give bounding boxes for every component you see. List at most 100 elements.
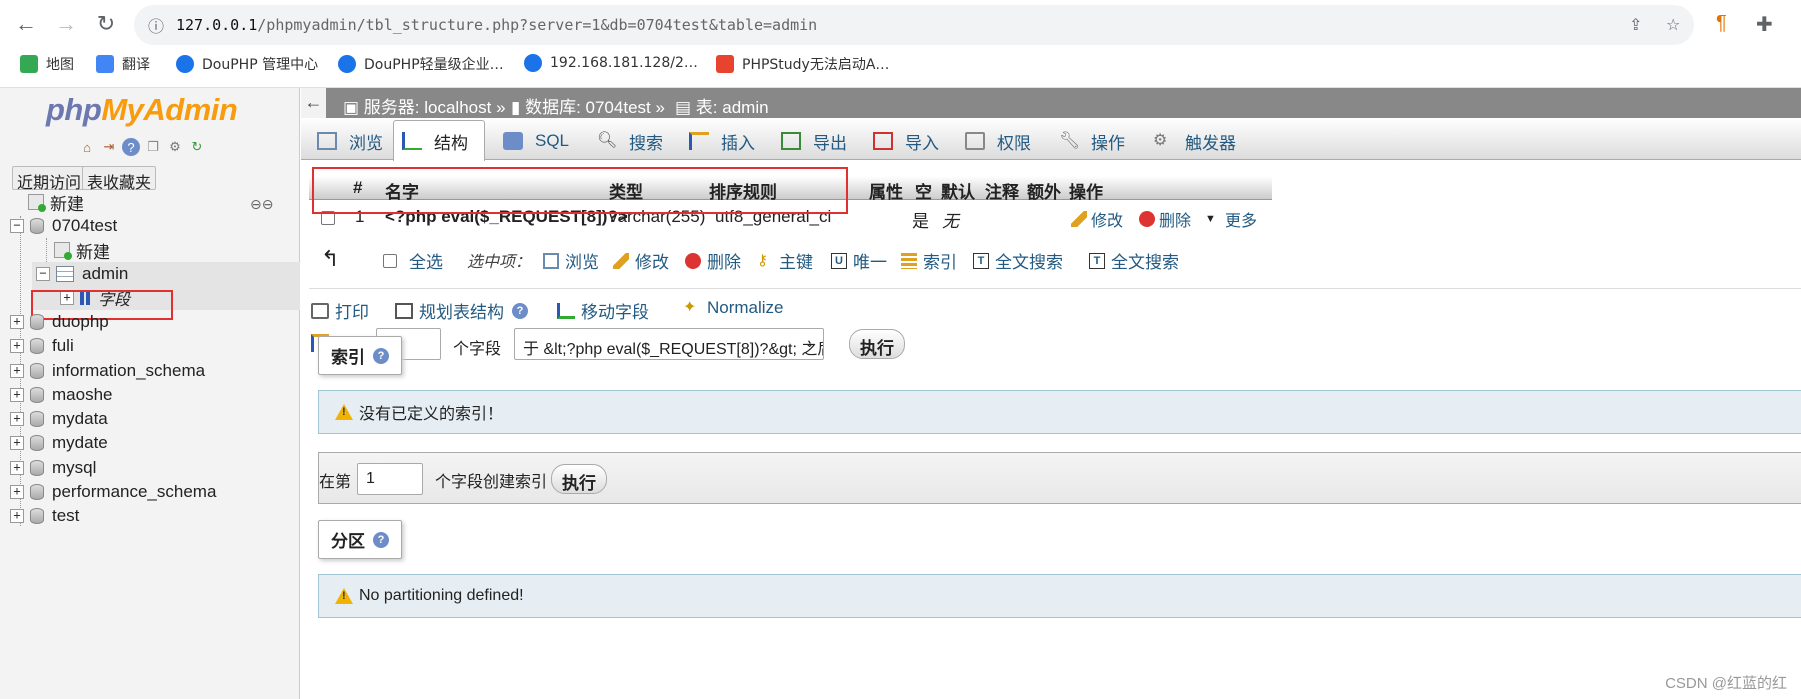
- tab-operations[interactable]: 🔧︎ 操作: [1051, 122, 1125, 160]
- expand-icon[interactable]: +: [10, 364, 24, 378]
- tab-privileges[interactable]: 权限: [957, 122, 1031, 160]
- link-icon[interactable]: ⊖⊖: [250, 196, 273, 213]
- back-icon[interactable]: ←: [10, 8, 42, 40]
- bulk-fulltext-button[interactable]: T 全文搜索: [1089, 248, 1179, 273]
- expand-icon[interactable]: +: [10, 485, 24, 499]
- extensions-puzzle-icon[interactable]: ✚: [1756, 12, 1773, 37]
- bookmark-item[interactable]: DouPHP 管理中心: [176, 54, 318, 74]
- settings-gear-icon[interactable]: ⚙: [166, 138, 184, 156]
- tab-triggers[interactable]: ⚙ 触发器: [1145, 122, 1236, 160]
- tree-item-db[interactable]: + information_schema: [10, 359, 205, 383]
- breadcrumb-server[interactable]: ▣ 服务器: localhost »: [343, 93, 506, 118]
- bulk-unique-button[interactable]: U 唯一: [831, 248, 887, 273]
- tree-item-db[interactable]: + mydate: [10, 431, 108, 455]
- bulk-browse-button[interactable]: 浏览: [543, 248, 599, 273]
- tree-item-db[interactable]: + duophp: [10, 310, 109, 334]
- collapse-icon[interactable]: −: [36, 267, 50, 281]
- share-icon[interactable]: ⇪: [1629, 15, 1642, 35]
- tab-export[interactable]: 导出: [773, 122, 847, 160]
- bookmark-item[interactable]: 192.168.181.128/2…: [524, 54, 698, 72]
- expand-icon[interactable]: +: [10, 339, 24, 353]
- header-null[interactable]: 空: [915, 178, 932, 203]
- bookmark-item[interactable]: PHPStudy无法启动A…: [716, 54, 889, 74]
- bulk-edit-button[interactable]: 修改: [613, 248, 669, 273]
- breadcrumb-database[interactable]: ▮ 数据库: 0704test »: [511, 93, 665, 118]
- tree-item-db[interactable]: + test: [10, 504, 79, 528]
- header-comment[interactable]: 注释: [985, 178, 1019, 203]
- expand-icon[interactable]: +: [10, 412, 24, 426]
- check-all[interactable]: 全选: [383, 248, 443, 273]
- address-bar[interactable]: ⓘ 127.0.0.1/phpmyadmin/tbl_structure.php…: [134, 5, 1694, 45]
- pencil-icon: [613, 252, 629, 269]
- row-delete-link[interactable]: 删除: [1139, 207, 1191, 231]
- help-icon[interactable]: ?: [373, 531, 389, 548]
- tab-import[interactable]: 导入: [865, 122, 939, 160]
- header-default[interactable]: 默认: [941, 178, 975, 203]
- address-url[interactable]: 127.0.0.1/phpmyadmin/tbl_structure.php?s…: [176, 16, 817, 34]
- reload-icon[interactable]: ↻: [90, 8, 122, 40]
- bookmarks-bar: 地图 翻译 DouPHP 管理中心 DouPHP轻量级企业… 192.168.1…: [0, 50, 1801, 80]
- tree-item-db[interactable]: + performance_schema: [10, 480, 216, 504]
- phpmyadmin-logo[interactable]: phpMyAdmin: [46, 92, 238, 128]
- tree-item-new[interactable]: 新建: [28, 190, 84, 214]
- move-columns-link[interactable]: 移动字段: [557, 298, 649, 323]
- tab-sql[interactable]: SQL: [495, 122, 569, 160]
- collapse-nav-icon[interactable]: ←: [301, 88, 327, 118]
- help-icon[interactable]: ?: [512, 302, 528, 319]
- reload-nav-icon[interactable]: ↻: [188, 138, 206, 156]
- forward-icon[interactable]: →: [50, 8, 82, 40]
- bookmark-item[interactable]: 地图: [20, 54, 74, 74]
- check-all-box[interactable]: [383, 253, 397, 268]
- docs-icon[interactable]: ❐: [144, 138, 162, 156]
- tree-item-0704test[interactable]: −0704test: [10, 214, 117, 238]
- expand-icon[interactable]: +: [10, 315, 24, 329]
- tree-item-db[interactable]: + fuli: [10, 334, 74, 358]
- breadcrumb: ← ▣ 服务器: localhost » ▮ 数据库: 0704test » ▤…: [301, 88, 1801, 118]
- create-index-go-button[interactable]: 执行: [551, 464, 607, 494]
- tab-recent[interactable]: 近期访问: [12, 166, 87, 192]
- row-more-link[interactable]: ▼ 更多: [1205, 207, 1257, 231]
- propose-structure-link[interactable]: 规划表结构?: [395, 298, 528, 323]
- tree-item-admin[interactable]: − admin: [36, 262, 128, 286]
- site-info-icon[interactable]: ⓘ: [148, 13, 164, 37]
- bookmark-item[interactable]: 翻译: [96, 54, 150, 74]
- table-icon: [56, 266, 74, 282]
- help-icon[interactable]: ?: [373, 347, 389, 364]
- bulk-spatial-button[interactable]: T 全文搜索: [973, 248, 1063, 273]
- help-icon[interactable]: ?: [122, 138, 140, 156]
- bookmark-star-icon[interactable]: ☆: [1666, 15, 1680, 35]
- tab-browse[interactable]: 浏览: [309, 122, 383, 160]
- header-extra[interactable]: 额外: [1027, 178, 1061, 203]
- home-icon[interactable]: ⌂: [78, 138, 96, 156]
- tab-insert[interactable]: 插入: [681, 122, 755, 160]
- tab-structure[interactable]: 结构: [393, 120, 485, 161]
- collapse-icon[interactable]: −: [10, 219, 24, 233]
- tab-search[interactable]: 🔍︎ 搜索: [589, 122, 663, 160]
- exit-icon[interactable]: ⇥: [100, 138, 118, 156]
- print-link[interactable]: 打印: [311, 298, 369, 323]
- warning-icon: [335, 404, 353, 420]
- row-edit-link[interactable]: 修改: [1071, 207, 1123, 231]
- breadcrumb-table[interactable]: ▤ 表: admin: [675, 93, 769, 118]
- expand-icon[interactable]: +: [10, 509, 24, 523]
- expand-icon[interactable]: +: [10, 388, 24, 402]
- map-icon: [20, 55, 38, 73]
- insert-icon: [689, 132, 709, 150]
- create-index-count-input[interactable]: 1: [357, 463, 423, 495]
- tree-item-db[interactable]: + mysql: [10, 456, 96, 480]
- database-icon: [30, 314, 44, 330]
- bulk-primary-button[interactable]: ⚷ 主键: [757, 248, 813, 273]
- expand-icon[interactable]: +: [10, 436, 24, 450]
- create-index-suffix: 个字段创建索引: [435, 474, 548, 491]
- bookmark-item[interactable]: DouPHP轻量级企业…: [338, 54, 504, 74]
- expand-icon[interactable]: +: [10, 461, 24, 475]
- tree-item-db-new[interactable]: 新建: [54, 238, 110, 262]
- tab-favorites[interactable]: 表收藏夹: [82, 166, 157, 192]
- bulk-index-button[interactable]: 索引: [901, 248, 957, 273]
- bulk-delete-button[interactable]: 删除: [685, 248, 741, 273]
- tree-item-db[interactable]: + maoshe: [10, 383, 112, 407]
- tree-item-db[interactable]: + mydata: [10, 407, 108, 431]
- normalize-link[interactable]: ✦ Normalize: [683, 298, 784, 318]
- extension-icon[interactable]: ¶: [1716, 12, 1727, 35]
- header-attributes[interactable]: 属性: [869, 178, 903, 203]
